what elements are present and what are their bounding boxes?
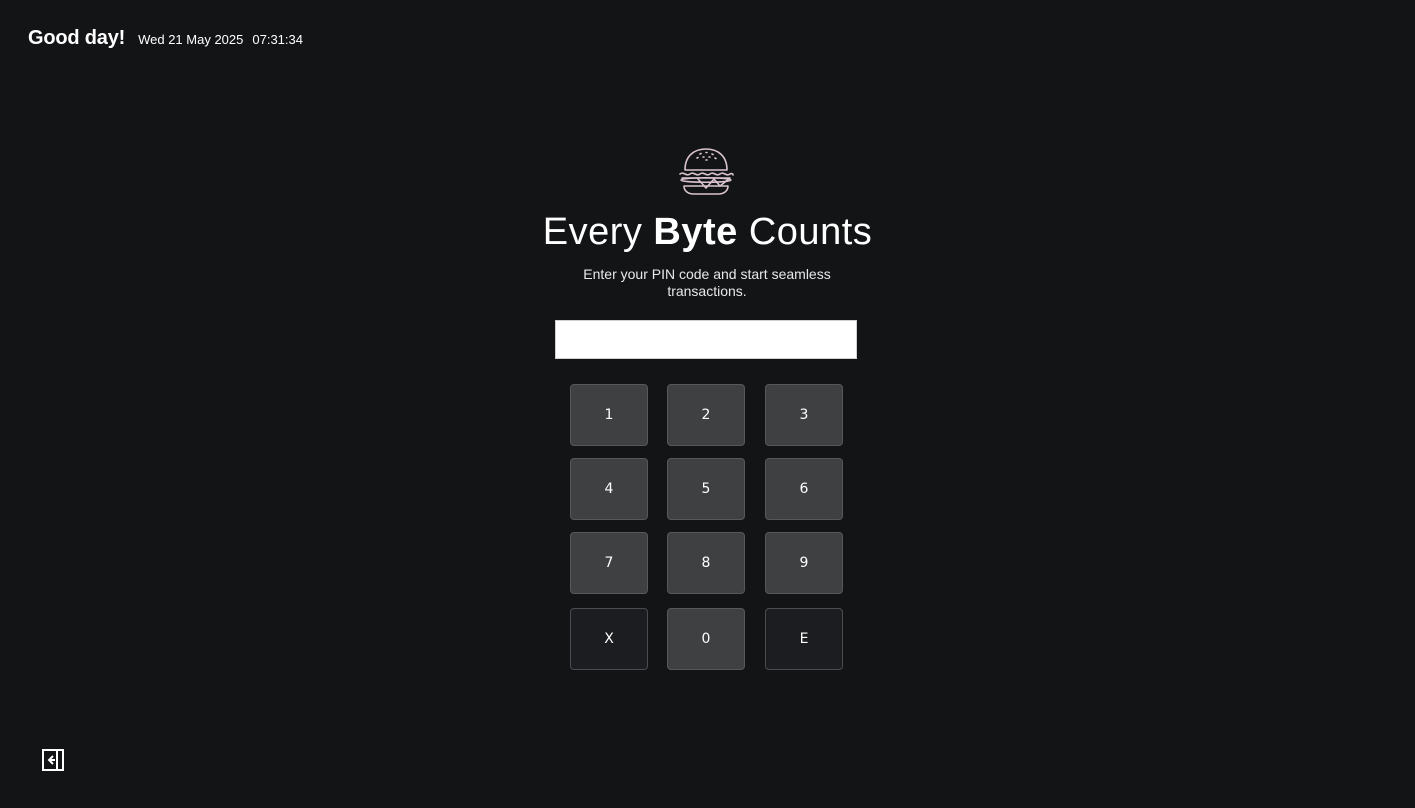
keypad-key-7[interactable]: 7 [570, 532, 648, 594]
keypad-clear-button[interactable]: X [570, 608, 648, 670]
current-date: Wed 21 May 2025 [138, 32, 244, 47]
brand-word-counts: Counts [748, 211, 873, 253]
current-time: 07:31:34 [252, 32, 303, 47]
pin-login-screen: Good day! Wed 21 May 2025 07:31:34 Every… [0, 0, 1415, 808]
keypad-key-6[interactable]: 6 [765, 458, 843, 520]
keypad-key-9[interactable]: 9 [765, 532, 843, 594]
keypad-key-3[interactable]: 3 [765, 384, 843, 446]
logout-icon[interactable] [41, 748, 65, 772]
brand-word-every: Every [542, 211, 643, 253]
keypad-key-5[interactable]: 5 [667, 458, 745, 520]
greeting: Good day! [28, 27, 126, 49]
brand-title: Every Byte Counts [0, 208, 1415, 256]
subtitle: Enter your PIN code and start seamless t… [583, 266, 831, 299]
header: Good day! Wed 21 May 2025 07:31:34 [28, 27, 303, 50]
keypad-key-8[interactable]: 8 [667, 532, 745, 594]
keypad-key-1[interactable]: 1 [570, 384, 648, 446]
keypad-key-0[interactable]: 0 [667, 608, 745, 670]
burger-icon [679, 148, 734, 195]
pin-input[interactable] [555, 320, 857, 359]
keypad-enter-button[interactable]: E [765, 608, 843, 670]
keypad-key-2[interactable]: 2 [667, 384, 745, 446]
keypad-key-4[interactable]: 4 [570, 458, 648, 520]
brand-word-byte: Byte [653, 211, 738, 253]
